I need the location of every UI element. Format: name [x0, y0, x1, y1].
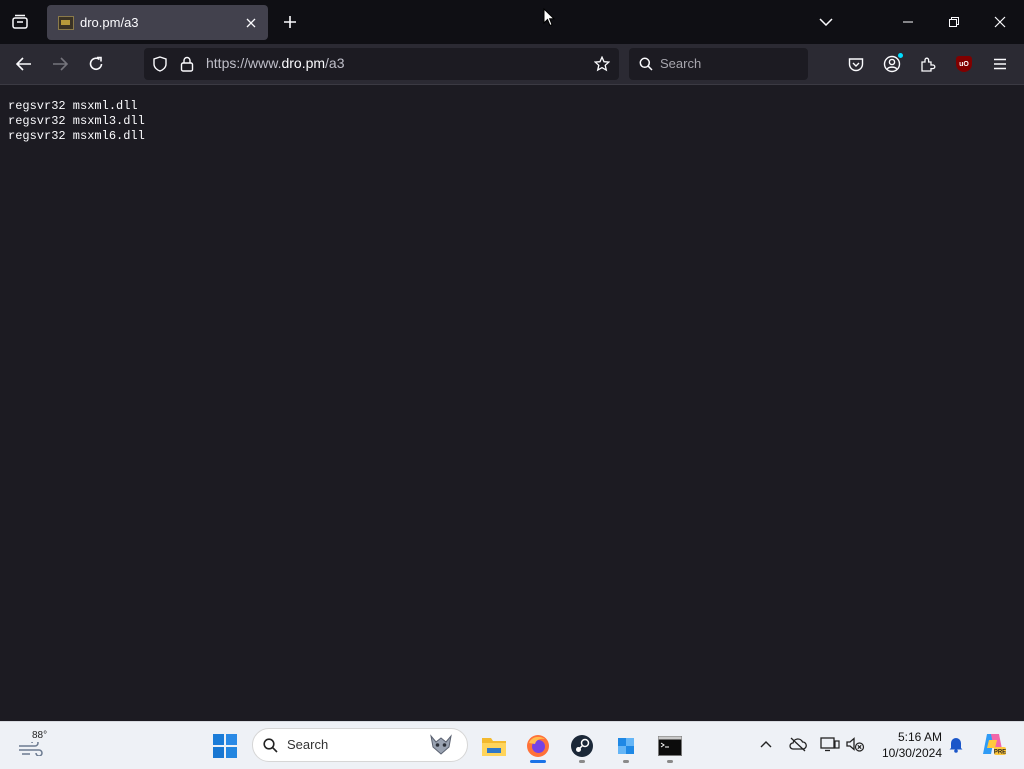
firefox-taskbar-button[interactable]	[518, 726, 558, 766]
tab-list-icon	[12, 14, 28, 29]
running-indicator	[530, 760, 546, 763]
weather-temperature: 88°	[32, 730, 48, 741]
navigation-toolbar: https://www.dro.pm/a3 Search uO	[0, 44, 1024, 85]
close-icon	[994, 16, 1006, 28]
minimize-button[interactable]	[888, 6, 928, 38]
network-tray-button[interactable]	[818, 732, 842, 756]
weather-widget[interactable]: 88°	[14, 728, 54, 764]
arrow-left-icon	[16, 57, 31, 71]
clock-date: 10/30/2024	[881, 746, 942, 760]
close-tab-button[interactable]	[239, 11, 263, 35]
chevron-down-icon	[819, 18, 833, 26]
wind-icon	[19, 742, 43, 756]
content-line: regsvr32 msxml.dll	[8, 99, 138, 113]
firefox-icon	[527, 735, 549, 757]
bookmark-star-icon[interactable]	[594, 56, 610, 72]
content-line: regsvr32 msxml6.dll	[8, 129, 145, 143]
account-button[interactable]	[876, 48, 908, 80]
url-text[interactable]: https://www.dro.pm/a3	[206, 55, 345, 71]
ublock-origin-button[interactable]: uO	[948, 48, 980, 80]
bell-icon	[949, 738, 963, 753]
url-prefix: https://www.	[206, 55, 282, 71]
cloud-off-icon	[789, 737, 807, 752]
restore-button[interactable]	[934, 6, 974, 38]
notification-dot-icon	[898, 53, 903, 58]
list-all-tabs-button[interactable]	[4, 6, 36, 38]
command-prompt-icon	[658, 736, 682, 756]
show-hidden-icons-button[interactable]	[754, 732, 778, 756]
taskbar: 88° Search 5:16 AM 10/30/2024 PRE	[0, 721, 1024, 769]
pocket-button[interactable]	[840, 48, 872, 80]
pocket-icon	[848, 57, 864, 71]
ublock-shield-icon: uO	[956, 56, 972, 72]
puzzle-icon	[921, 57, 936, 72]
system-clock[interactable]: 5:16 AM 10/30/2024	[872, 729, 942, 761]
search-icon	[639, 57, 653, 71]
copilot-button[interactable]: PRE	[978, 729, 1008, 759]
search-placeholder: Search	[660, 56, 702, 71]
running-indicator	[623, 760, 629, 763]
lock-icon[interactable]	[180, 56, 194, 72]
terminal-taskbar-button[interactable]	[650, 726, 690, 766]
steam-icon	[571, 735, 593, 757]
plus-icon	[284, 16, 296, 28]
url-domain: dro.pm	[281, 55, 326, 71]
search-bar[interactable]: Search	[629, 48, 808, 80]
reload-icon	[89, 56, 103, 70]
onedrive-tray-button[interactable]	[786, 732, 810, 756]
display-network-icon	[820, 737, 840, 752]
hamburger-menu-icon	[994, 58, 1006, 70]
taskbar-search-box[interactable]: Search	[252, 728, 468, 762]
restore-icon	[949, 17, 959, 27]
tab-active[interactable]: dro.pm/a3	[47, 5, 268, 40]
running-indicator	[667, 760, 673, 763]
volume-muted-icon	[846, 737, 865, 752]
reload-button[interactable]	[80, 48, 112, 80]
content-line: regsvr32 msxml3.dll	[8, 114, 145, 128]
tab-overflow-dropdown-button[interactable]	[806, 6, 846, 38]
extensions-button[interactable]	[912, 48, 944, 80]
search-icon	[263, 738, 278, 753]
clock-time: 5:16 AM	[897, 730, 942, 744]
blue-app-icon	[618, 738, 634, 754]
windows-logo-icon	[213, 734, 237, 758]
address-bar[interactable]: https://www.dro.pm/a3	[144, 48, 619, 80]
mouse-cursor-icon	[543, 8, 555, 27]
volume-tray-button[interactable]	[843, 732, 867, 756]
new-tab-button[interactable]	[276, 8, 304, 36]
search-highlight-icon	[430, 734, 452, 755]
arrow-right-icon	[53, 57, 68, 71]
running-indicator	[579, 760, 585, 763]
app-taskbar-button[interactable]	[606, 726, 646, 766]
site-favicon-icon	[58, 15, 74, 30]
app-menu-button[interactable]	[984, 48, 1016, 80]
tab-title: dro.pm/a3	[80, 15, 139, 30]
close-window-button[interactable]	[980, 6, 1020, 38]
back-button[interactable]	[8, 48, 40, 80]
page-content: regsvr32 msxml.dll regsvr32 msxml3.dll reg…	[8, 99, 145, 144]
steam-taskbar-button[interactable]	[562, 726, 602, 766]
shield-icon[interactable]	[152, 56, 168, 72]
svg-text:PRE: PRE	[994, 750, 1006, 756]
taskbar-search-label: Search	[287, 737, 329, 752]
folder-icon	[482, 738, 506, 756]
copilot-icon: PRE	[983, 734, 1006, 756]
file-explorer-button[interactable]	[474, 726, 514, 766]
minimize-icon	[903, 21, 913, 23]
forward-button[interactable]	[44, 48, 76, 80]
tab-strip: dro.pm/a3	[0, 0, 1024, 44]
url-path: /a3	[325, 55, 345, 71]
start-button[interactable]	[205, 726, 245, 766]
chevron-up-icon	[760, 741, 772, 748]
notifications-button[interactable]	[944, 732, 968, 756]
close-icon	[246, 18, 256, 27]
